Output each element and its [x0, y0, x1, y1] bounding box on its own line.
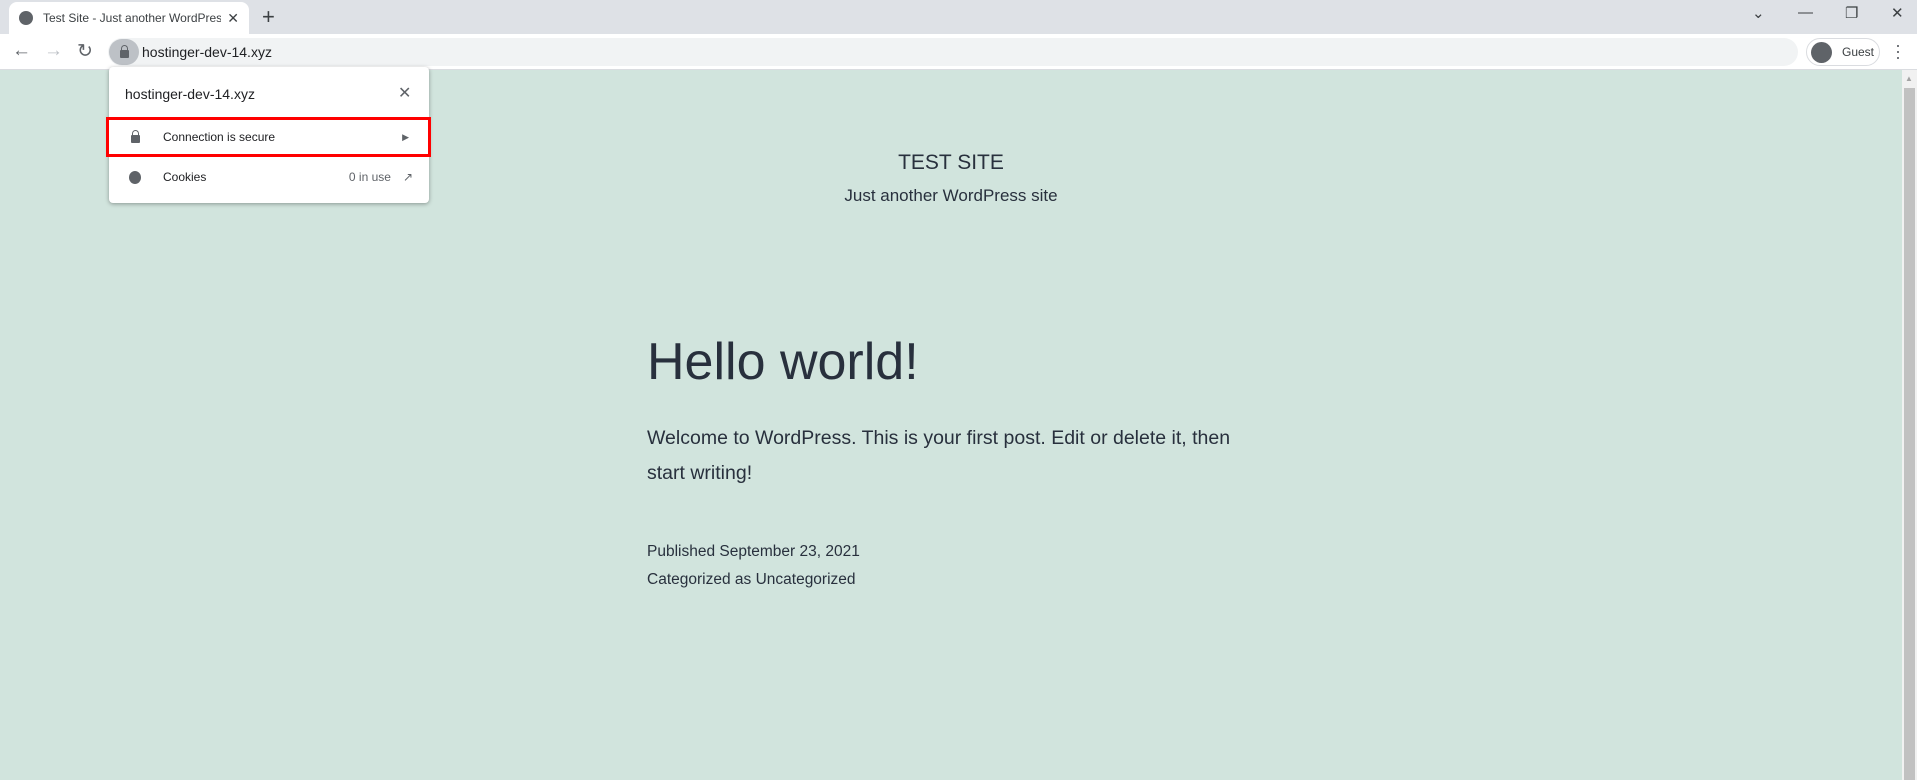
tab-strip: Test Site - Just another WordPress site … [0, 0, 1917, 34]
avatar-icon [1811, 41, 1832, 63]
scrollbar-thumb[interactable] [1904, 88, 1915, 780]
scroll-up-icon[interactable]: ▲ [1905, 74, 1913, 83]
toolbar: ← → ↻ hostinger-dev-14.xyz Guest · · · [0, 34, 1917, 70]
cookies-item[interactable]: Cookies 0 in use ↗ [109, 159, 429, 195]
new-tab-button[interactable]: + [262, 4, 275, 30]
cookies-count: 0 in use [348, 170, 391, 184]
restore-button[interactable]: ❐ [1845, 4, 1858, 22]
profile-label: Guest [1842, 45, 1875, 59]
tab-title: Test Site - Just another WordPress site [43, 11, 222, 25]
url-text[interactable]: hostinger-dev-14.xyz [142, 44, 272, 60]
site-info-popup: hostinger-dev-14.xyz ✕ Connection is sec… [106, 67, 431, 203]
back-button[interactable]: ← [12, 40, 31, 62]
post-category: Categorized as Uncategorized [647, 571, 856, 589]
tab-search-icon[interactable]: ⌄ [1752, 4, 1765, 22]
tab-close-icon[interactable]: ✕ [227, 10, 239, 27]
address-bar[interactable]: hostinger-dev-14.xyz [108, 38, 1798, 66]
post-title-link[interactable]: Hello world! [647, 333, 919, 391]
tab-active[interactable]: Test Site - Just another WordPress site … [9, 2, 249, 34]
scrollbar[interactable]: ▲ [1902, 70, 1917, 780]
category-label: Categorized as [647, 571, 752, 588]
globe-icon [19, 11, 33, 25]
post-published: Published September 23, 2021 [647, 543, 860, 561]
cookies-label: Cookies [163, 170, 207, 184]
published-label: Published [647, 543, 716, 560]
menu-icon[interactable]: · · · [1895, 36, 1901, 66]
popup-host: hostinger-dev-14.xyz [125, 86, 255, 102]
site-info-button[interactable] [109, 39, 139, 65]
post-body: Welcome to WordPress. This is your first… [647, 427, 1231, 484]
highlight-box [106, 117, 431, 157]
popup-close-icon[interactable]: ✕ [398, 83, 411, 103]
profile-button[interactable]: Guest [1806, 38, 1880, 66]
close-window-button[interactable]: ✕ [1891, 4, 1904, 22]
reload-button[interactable]: ↻ [77, 40, 93, 63]
forward-button[interactable]: → [44, 40, 63, 62]
external-link-icon: ↗ [402, 170, 413, 184]
minimize-button[interactable]: — [1798, 4, 1813, 21]
post-date[interactable]: September 23, 2021 [719, 543, 859, 560]
category-link[interactable]: Uncategorized [756, 571, 856, 588]
lock-icon [119, 44, 129, 58]
cookie-icon [129, 170, 141, 184]
post-title[interactable]: Hello world! [647, 332, 919, 392]
